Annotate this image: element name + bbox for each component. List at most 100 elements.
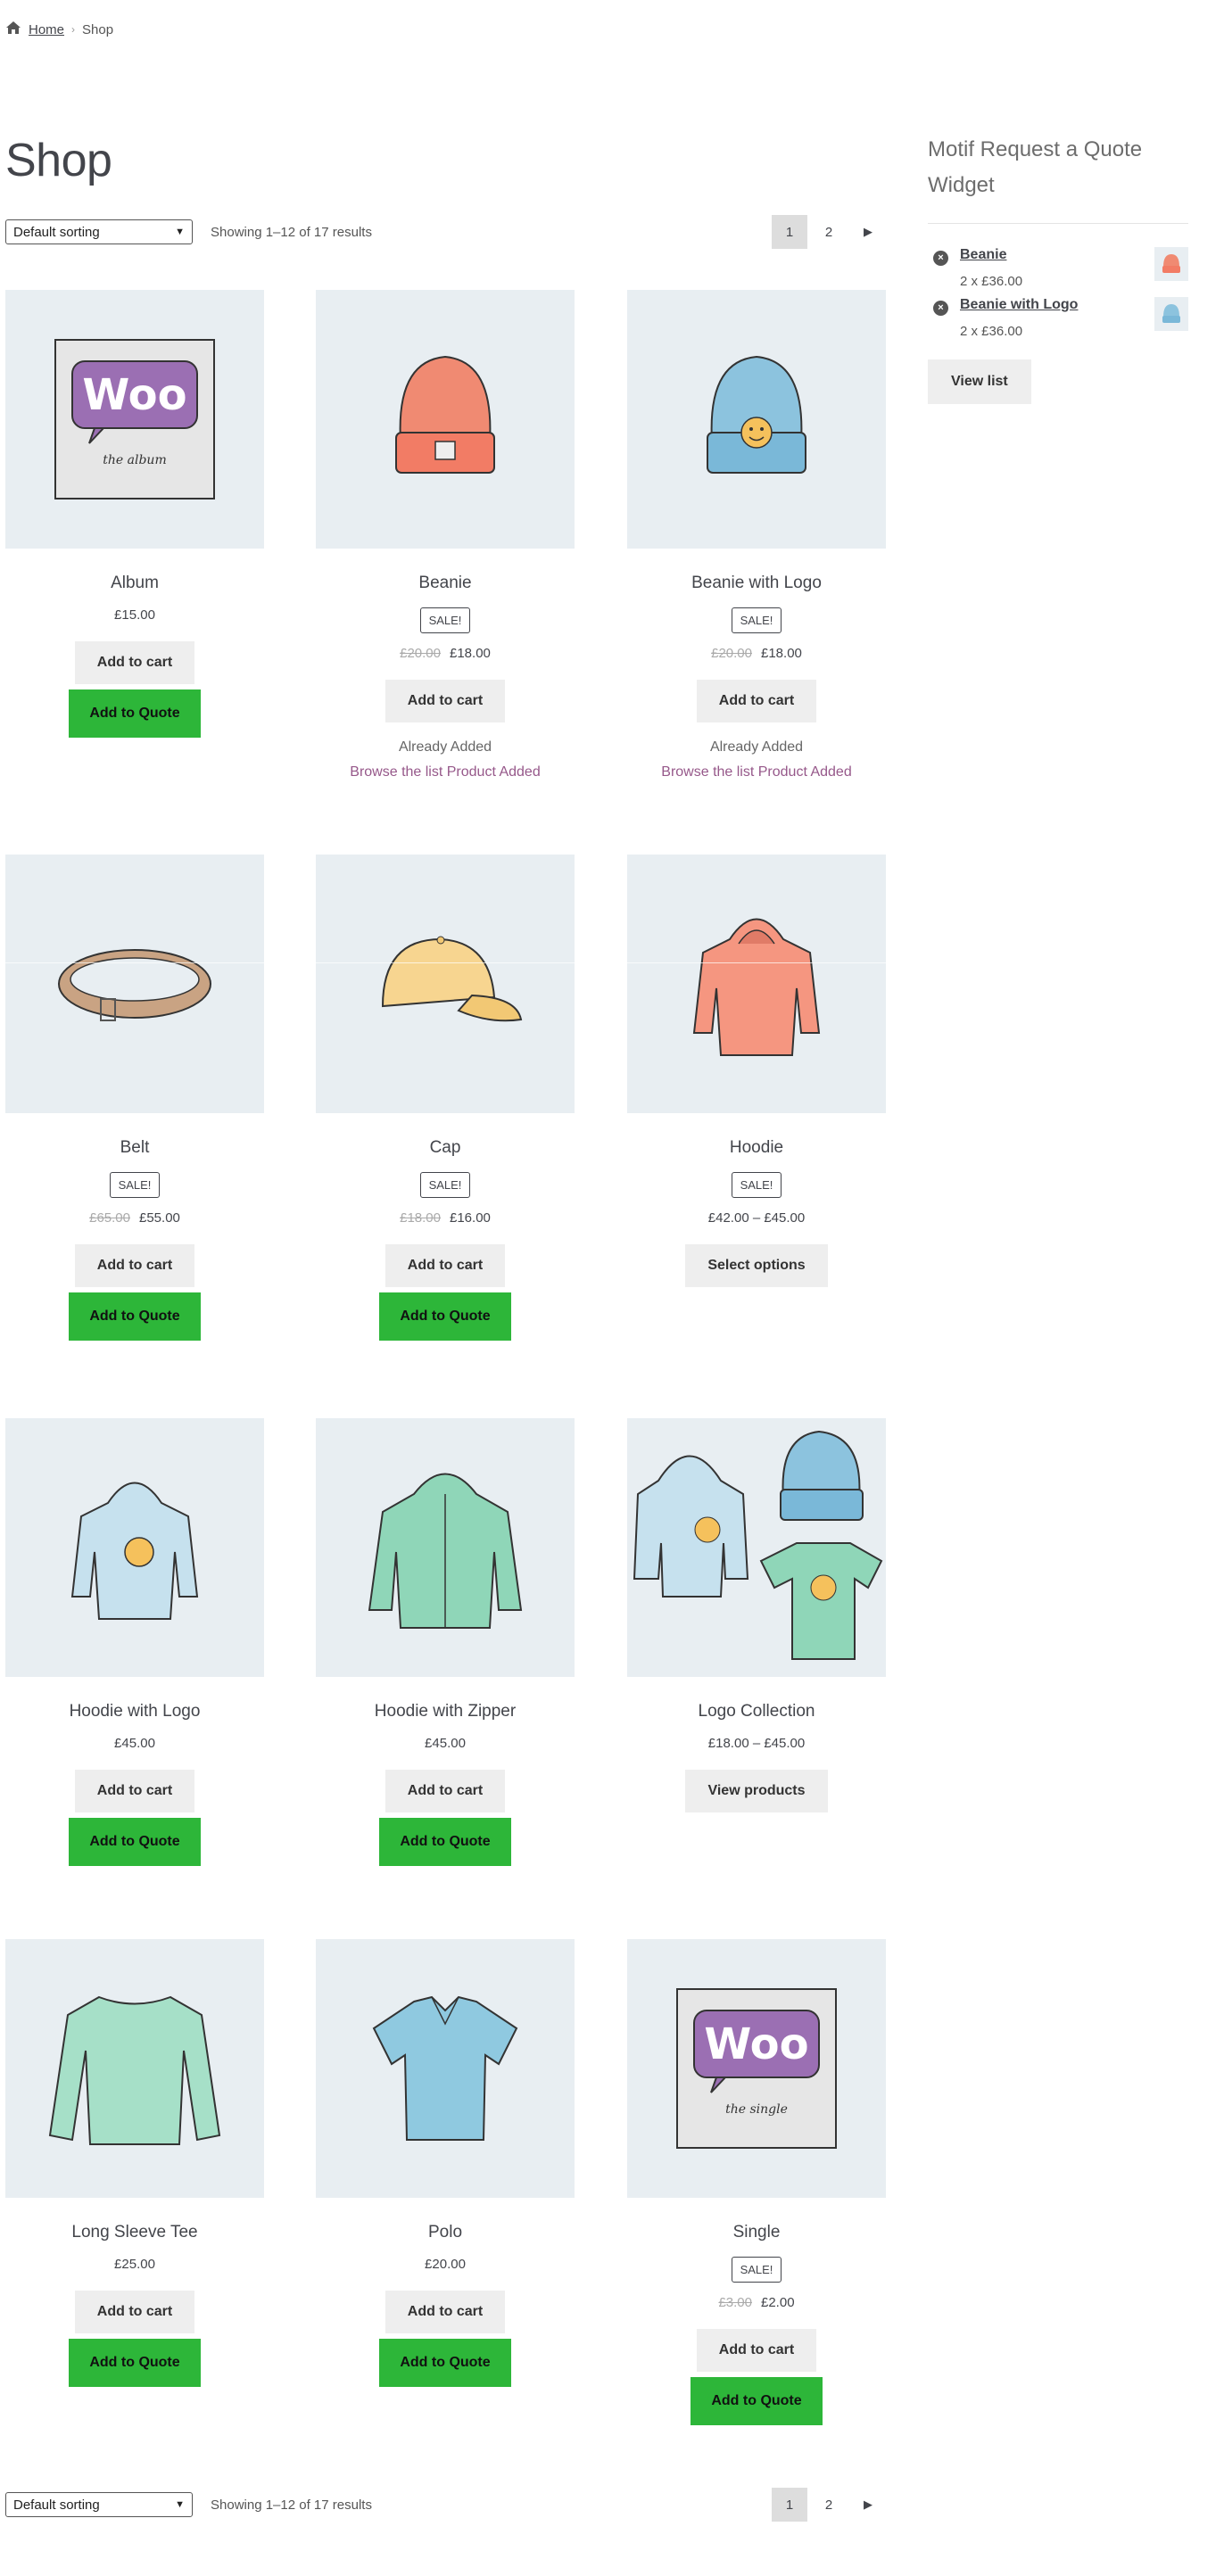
product-title[interactable]: Album <box>5 574 264 595</box>
view-products-button[interactable]: View products <box>685 1770 828 1812</box>
product-title[interactable]: Single <box>627 2223 886 2244</box>
select-options-button[interactable]: Select options <box>685 1244 828 1287</box>
quote-item-qty: 2 x £36.00 <box>960 274 1023 289</box>
next-page-icon[interactable]: ▶ <box>850 215 886 249</box>
product-title[interactable]: Beanie <box>316 574 575 595</box>
view-list-button[interactable]: View list <box>928 359 1031 404</box>
page-2[interactable]: 2 <box>811 215 847 249</box>
product-image-beanie-with-logo[interactable] <box>627 290 886 549</box>
product-title[interactable]: Hoodie <box>627 1138 886 1160</box>
price-value: £18.00 <box>761 646 802 661</box>
product-image-single[interactable]: Woo the single <box>627 1939 886 2198</box>
beanie-thumbnail-icon <box>1154 247 1188 281</box>
add-to-cart-button[interactable]: Add to cart <box>74 1244 195 1287</box>
add-to-cart-button[interactable]: Add to cart <box>385 1244 506 1287</box>
add-to-quote-button[interactable]: Add to Quote <box>691 2377 823 2425</box>
product-card: Cap SALE! £18.00 £16.00 Add to cart Add t… <box>316 855 575 1341</box>
add-to-cart-button[interactable]: Add to cart <box>74 1770 195 1812</box>
product-image-beanie[interactable] <box>316 290 575 549</box>
add-to-cart-button[interactable]: Add to cart <box>74 641 195 684</box>
product-price: £45.00 <box>316 1736 575 1754</box>
home-icon[interactable] <box>5 21 21 38</box>
add-to-quote-button[interactable]: Add to Quote <box>69 689 201 738</box>
price-value: £18.00 – £45.00 <box>707 1736 806 1751</box>
breadcrumb-home-link[interactable]: Home <box>29 22 64 37</box>
page-2[interactable]: 2 <box>811 2488 847 2522</box>
old-price: £20.00 <box>711 646 752 661</box>
product-title[interactable]: Long Sleeve Tee <box>5 2223 264 2244</box>
product-title[interactable]: Cap <box>316 1138 575 1160</box>
add-to-cart-button[interactable]: Add to cart <box>385 2291 506 2333</box>
album-art-icon: Woo the album <box>54 339 215 500</box>
product-title[interactable]: Logo Collection <box>627 1702 886 1723</box>
quote-item-name[interactable]: Beanie <box>960 247 1006 263</box>
product-image-album[interactable]: Woo the album <box>5 290 264 549</box>
product-title[interactable]: Beanie with Logo <box>627 574 886 595</box>
chevron-down-icon: ▼ <box>175 2499 185 2510</box>
sale-badge: SALE! <box>419 1172 471 1198</box>
add-to-quote-button[interactable]: Add to Quote <box>379 1818 511 1866</box>
svg-text:the album: the album <box>103 453 166 467</box>
long-sleeve-icon <box>48 1995 221 2145</box>
product-card: Woo the single Single SALE! £3.00 £2.00 A… <box>627 1939 886 2425</box>
add-to-cart-button[interactable]: Add to cart <box>385 1770 506 1812</box>
add-to-cart-button[interactable]: Add to cart <box>696 2329 817 2372</box>
product-card: Hoodie with Zipper £45.00 Add to cart Ad… <box>316 1418 575 1866</box>
product-title[interactable]: Belt <box>5 1138 264 1160</box>
product-image-hoodie[interactable] <box>627 855 886 1113</box>
browse-list-link[interactable]: Browse the list Product Added <box>627 760 886 785</box>
price-value: £18.00 <box>450 646 491 661</box>
svg-text:Woo: Woo <box>704 2019 808 2069</box>
product-image-hoodie-with-logo[interactable] <box>5 1418 264 1677</box>
add-to-quote-button[interactable]: Add to Quote <box>69 1292 201 1341</box>
product-price: £15.00 <box>5 607 264 625</box>
product-card: Beanie with Logo SALE! £20.00 £18.00 Add … <box>627 290 886 785</box>
product-card: Beanie SALE! £20.00 £18.00 Add to cart Al… <box>316 290 575 785</box>
product-price: £45.00 <box>5 1736 264 1754</box>
product-price: £18.00 £16.00 <box>316 1210 575 1228</box>
product-image-long-sleeve-tee[interactable] <box>5 1939 264 2198</box>
remove-icon[interactable]: × <box>933 301 948 316</box>
belt-icon <box>58 949 211 1021</box>
pagination: 1 2 ▶ <box>772 2488 886 2522</box>
sort-select[interactable]: Default sorting ▼ <box>5 219 193 244</box>
add-to-cart-button[interactable]: Add to cart <box>696 680 817 722</box>
beanie-icon <box>395 355 495 474</box>
remove-icon[interactable]: × <box>933 251 948 266</box>
widget-title: Motif Request a Quote Widget <box>928 137 1143 197</box>
cap-icon <box>381 936 523 1022</box>
next-page-icon[interactable]: ▶ <box>850 2488 886 2522</box>
page-1[interactable]: 1 <box>772 2488 807 2522</box>
logo-collection-icon <box>633 1430 883 1660</box>
quote-item-name[interactable]: Beanie with Logo <box>960 297 1078 313</box>
product-card: Long Sleeve Tee £25.00 Add to cart Add t… <box>5 1939 264 2387</box>
breadcrumb-current: Shop <box>82 21 114 37</box>
breadcrumb-separator-icon: › <box>71 23 76 36</box>
product-title[interactable]: Hoodie with Zipper <box>316 1702 575 1723</box>
product-card: Hoodie SALE! £42.00 – £45.00 Select opti… <box>627 855 886 1287</box>
product-image-polo[interactable] <box>316 1939 575 2198</box>
breadcrumb: Home › Shop <box>5 18 113 41</box>
svg-text:Woo: Woo <box>82 370 186 420</box>
browse-list-link[interactable]: Browse the list Product Added <box>316 760 575 785</box>
add-to-cart-button[interactable]: Add to cart <box>385 680 506 722</box>
product-title[interactable]: Hoodie with Logo <box>5 1702 264 1723</box>
add-to-quote-button[interactable]: Add to Quote <box>379 2339 511 2387</box>
product-card: Belt SALE! £65.00 £55.00 Add to cart Add … <box>5 855 264 1341</box>
add-to-cart-button[interactable]: Add to cart <box>74 2291 195 2333</box>
old-price: £3.00 <box>718 2295 752 2310</box>
add-to-quote-button[interactable]: Add to Quote <box>69 1818 201 1866</box>
product-image-cap[interactable] <box>316 855 575 1113</box>
product-price: £20.00 £18.00 <box>627 646 886 664</box>
single-art-icon: Woo the single <box>676 1988 837 2149</box>
old-price: £20.00 <box>400 646 441 661</box>
product-image-belt[interactable] <box>5 855 264 1113</box>
add-to-quote-button[interactable]: Add to Quote <box>69 2339 201 2387</box>
add-to-quote-button[interactable]: Add to Quote <box>379 1292 511 1341</box>
price-value: £55.00 <box>139 1210 180 1226</box>
product-title[interactable]: Polo <box>316 2223 575 2244</box>
product-image-hoodie-with-zipper[interactable] <box>316 1418 575 1677</box>
sort-select[interactable]: Default sorting ▼ <box>5 2492 193 2517</box>
page-1[interactable]: 1 <box>772 215 807 249</box>
product-image-logo-collection[interactable] <box>627 1418 886 1677</box>
